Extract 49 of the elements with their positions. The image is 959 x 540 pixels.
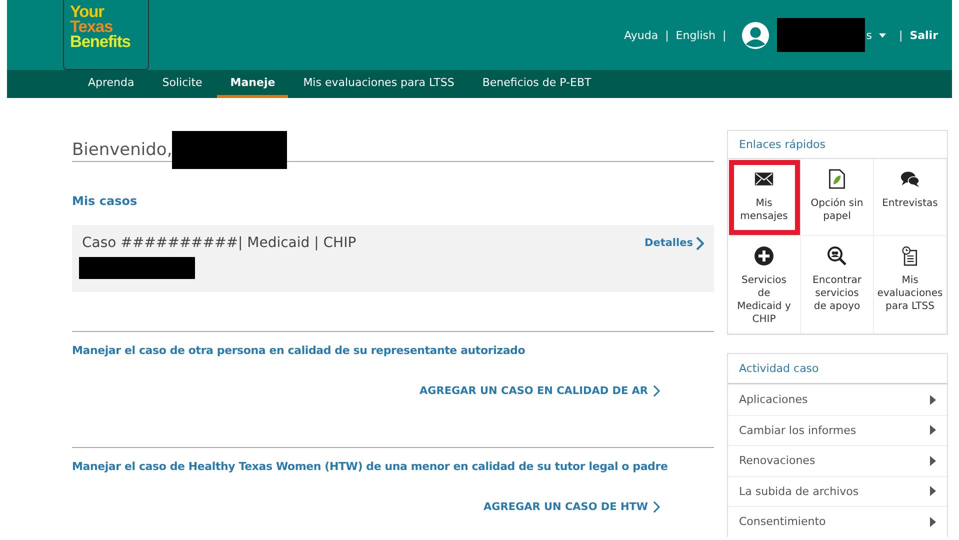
quick-link[interactable]: Opción sin papel xyxy=(801,159,874,236)
quick-link[interactable]: Encontrar servicios de apoyo xyxy=(801,236,874,334)
avatar-icon[interactable] xyxy=(741,20,770,50)
section-title: Manejar el caso de Healthy Texas Women (HTW) de una menor en calidad de su tutor legal o padre xyxy=(72,460,669,473)
activity-item[interactable]: Aplicaciones xyxy=(728,384,947,414)
panel-header: Enlaces rápidos xyxy=(728,131,947,159)
chevron-icon xyxy=(653,501,660,513)
chat-icon xyxy=(900,169,920,189)
chevron-icon xyxy=(653,385,660,397)
add-case-link[interactable]: AGREGAR UN CASO EN CALIDAD DE AR xyxy=(420,385,660,397)
separator: | xyxy=(898,28,903,42)
nav-tab[interactable]: Mis evaluaciones para LTSS xyxy=(290,70,468,98)
triangle-icon xyxy=(930,456,936,466)
chevron-icon xyxy=(696,236,704,250)
separator: | xyxy=(722,28,726,42)
caret-icon[interactable] xyxy=(878,32,886,38)
user-name[interactable]: s xyxy=(866,28,872,42)
nav-tab[interactable]: Beneficios de P-EBT xyxy=(469,70,604,98)
triangle-icon xyxy=(930,394,936,405)
welcome-heading: Bienvenido, xyxy=(72,140,172,160)
nav-tab[interactable]: Aprenda xyxy=(75,70,148,98)
nav-tab[interactable]: Solicite xyxy=(149,70,216,98)
quick-link[interactable]: Servicios de Medicaid y CHIP xyxy=(728,236,801,334)
activity-item[interactable]: Consentimiento xyxy=(728,506,947,536)
activity-item[interactable]: Cambiar los informes xyxy=(728,414,947,445)
logout-link[interactable]: Salir xyxy=(910,28,938,42)
plus-circle-icon xyxy=(754,246,774,266)
quick-link[interactable]: Entrevistas xyxy=(874,159,947,236)
clipboard-clock-icon xyxy=(900,246,920,266)
nav-tab[interactable]: Maneje xyxy=(217,70,288,98)
search-icon xyxy=(827,246,847,266)
activity-item[interactable]: Renovaciones xyxy=(728,445,947,476)
case-title: Caso ##########| Medicaid | CHIP xyxy=(82,235,356,251)
triangle-icon xyxy=(930,516,936,527)
activity-item[interactable]: La subida de archivos xyxy=(728,476,947,506)
quick-link[interactable]: Mis mensajes xyxy=(728,159,801,236)
logo[interactable]: Your Texas Benefits xyxy=(63,0,149,70)
header-link[interactable]: Ayuda xyxy=(624,28,658,42)
details-link[interactable]: Detalles xyxy=(644,236,704,250)
add-case-link[interactable]: AGREGAR UN CASO DE HTW xyxy=(483,501,660,513)
quick-link[interactable]: Mis evaluaciones para LTSS xyxy=(874,236,947,334)
triangle-icon xyxy=(930,425,936,436)
section-title: Mis casos xyxy=(72,194,138,208)
section-title: Manejar el caso de otra persona en calidad de su representante autorizado xyxy=(72,344,526,357)
header-link[interactable]: English xyxy=(676,28,716,42)
triangle-icon xyxy=(930,486,936,496)
separator: | xyxy=(665,28,669,42)
panel-header: Actividad caso xyxy=(728,354,947,384)
document-leaf-icon xyxy=(827,169,847,189)
